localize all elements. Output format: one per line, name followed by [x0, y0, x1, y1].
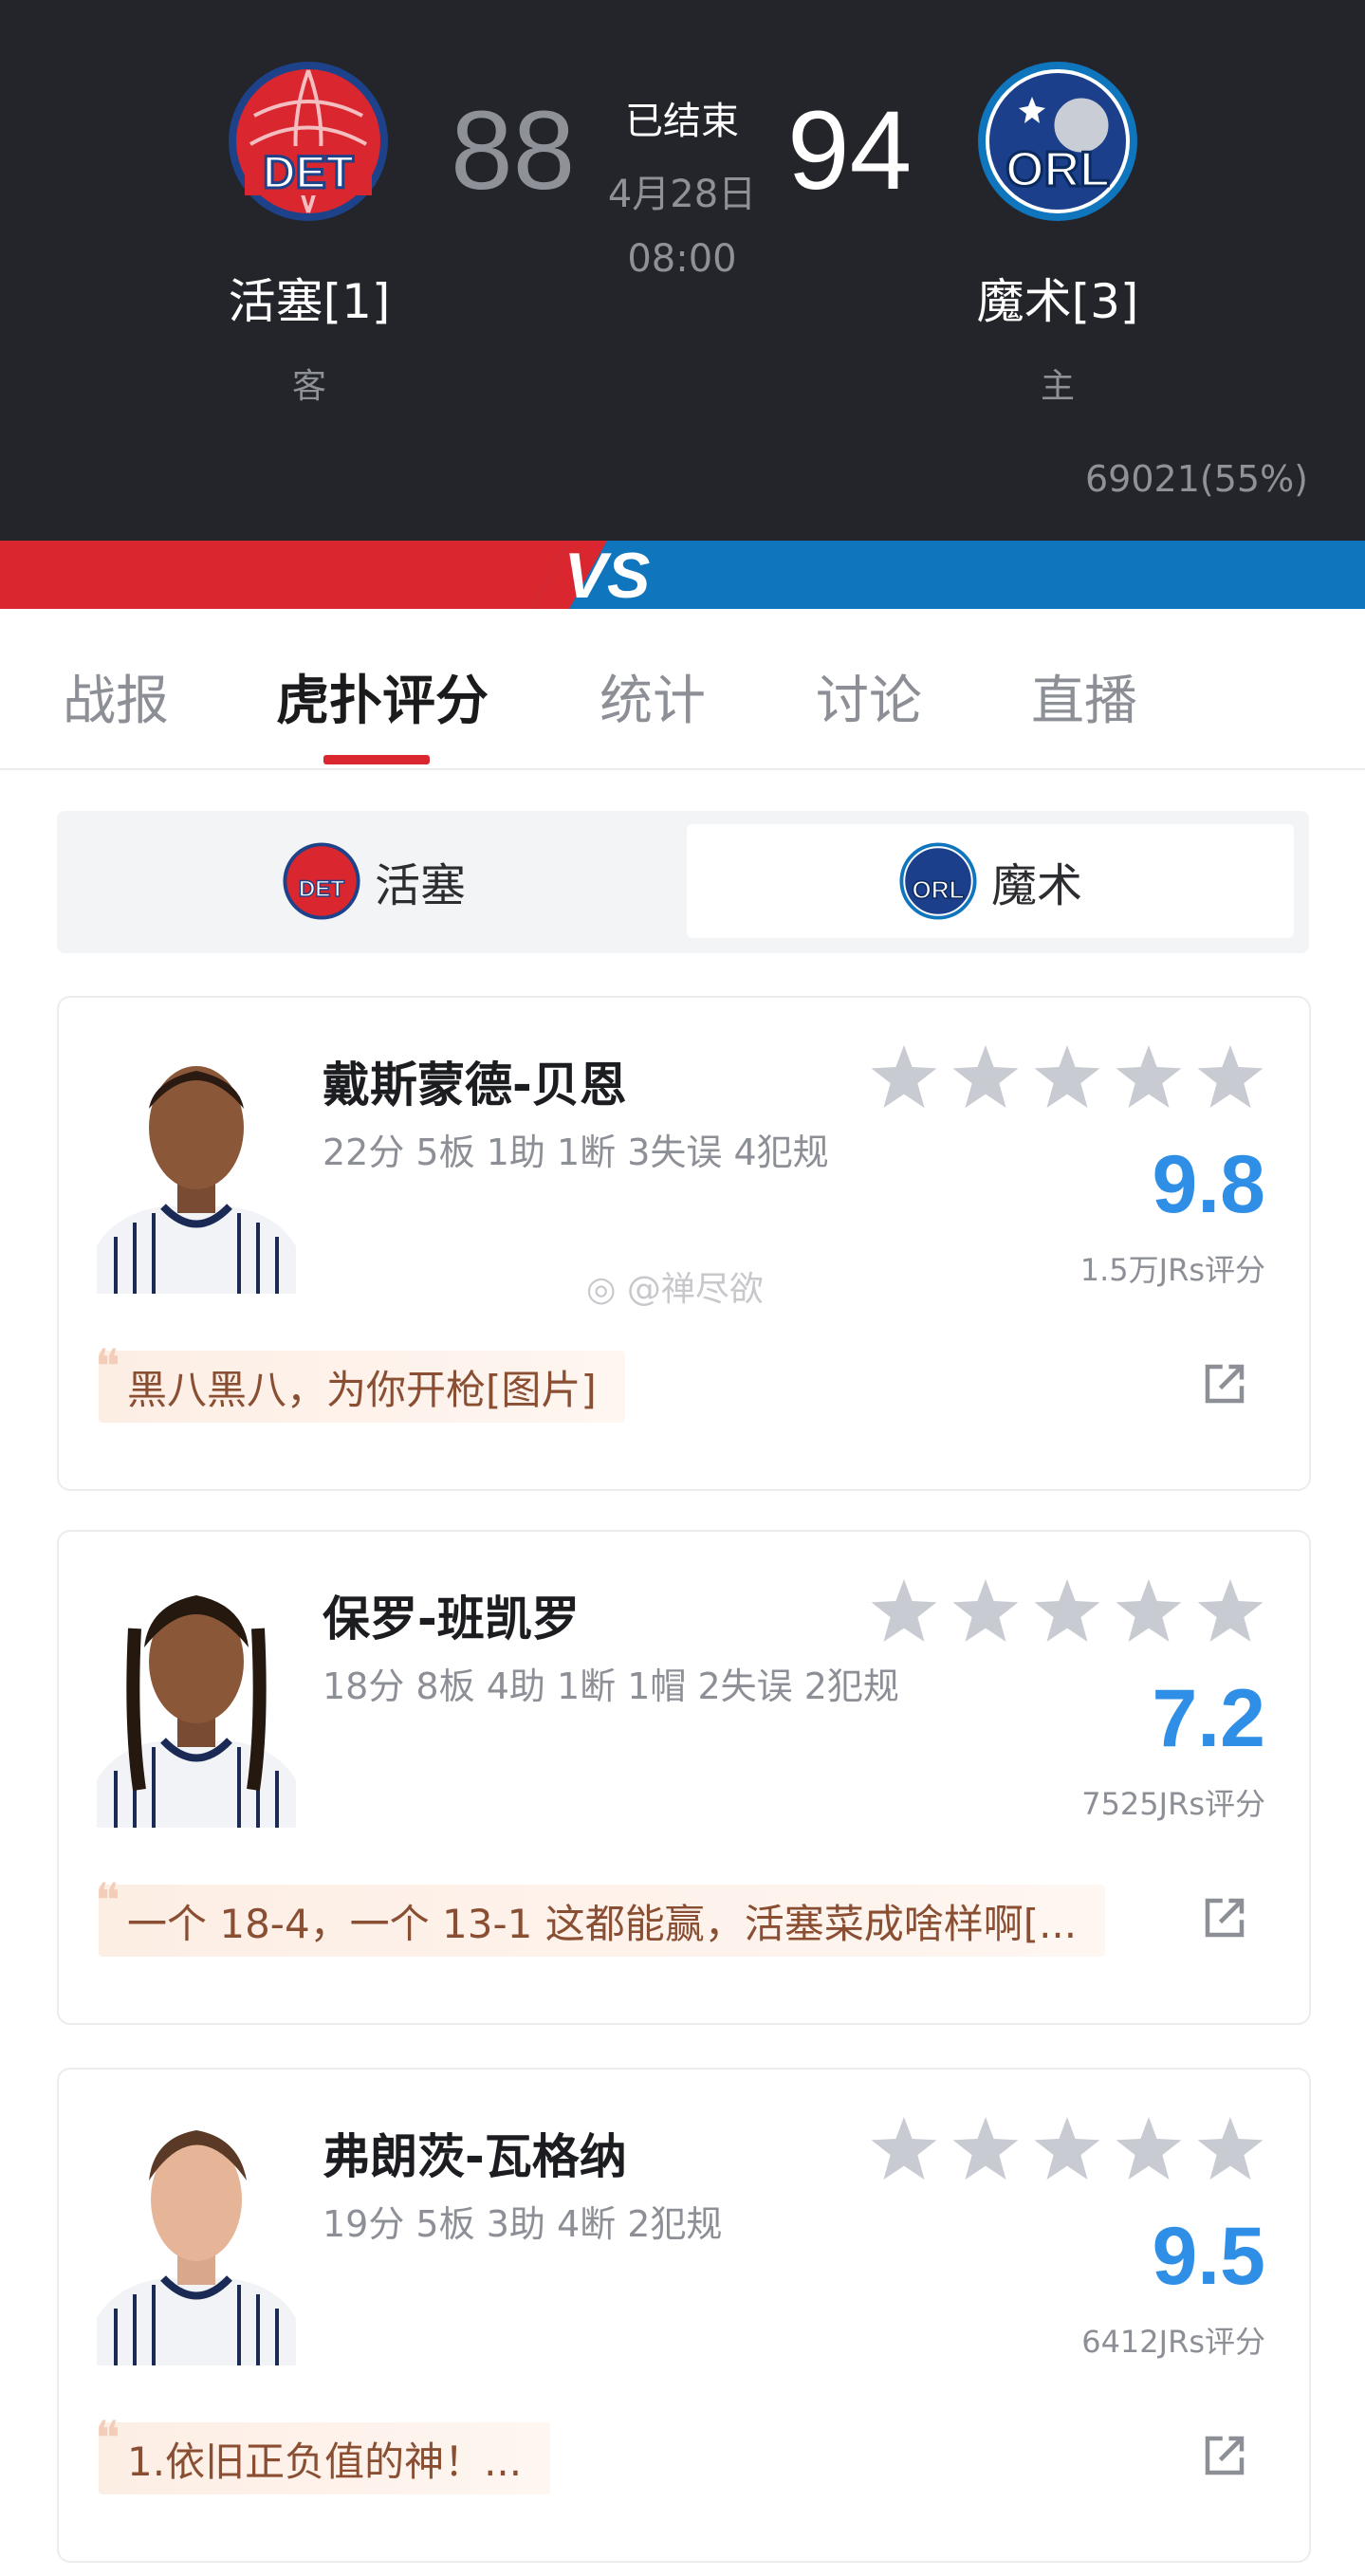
star-icon[interactable] — [1116, 2117, 1182, 2180]
away-team-role: 客 — [291, 367, 326, 406]
player-rating: 9.5 — [1152, 2211, 1265, 2302]
player-photo — [97, 1038, 296, 1294]
comment-text: 一个 18-4，一个 13-1 这都能赢，活塞菜成啥样啊[... — [127, 1900, 1078, 1947]
home-team-logo[interactable]: ORL — [975, 59, 1140, 224]
star-icon[interactable] — [1034, 2117, 1100, 2180]
rater-count: 6412JRs评分 — [1081, 2324, 1265, 2360]
star-icon[interactable] — [952, 2117, 1019, 2180]
away-team-name[interactable]: 活塞[1] — [167, 264, 452, 332]
player-photo — [97, 1572, 296, 1828]
away-team-mini-logo: DET — [283, 842, 360, 920]
player-name[interactable]: 弗朗茨-瓦格纳 — [323, 2119, 627, 2187]
player-stats: 22分 5板 1助 1断 3失误 4犯规 — [323, 1132, 829, 1173]
tab-live[interactable]: 直播 — [1031, 658, 1137, 735]
away-team-logo[interactable]: DET — [226, 59, 391, 224]
share-icon[interactable] — [1199, 1358, 1250, 1409]
quote-icon: ❝ — [95, 2411, 120, 2466]
game-time: 08:00 — [627, 237, 737, 281]
player-card[interactable]: 保罗-班凯罗 18分 8板 4助 1断 1帽 2失误 2犯规 7.2 7525J… — [57, 1530, 1311, 2025]
weibo-icon: ◎ — [586, 1270, 617, 1309]
player-card[interactable]: 戴斯蒙德-贝恩 22分 5板 1助 1断 3失误 4犯规 9.8 1.5万JRs… — [57, 996, 1311, 1491]
star-icon[interactable] — [952, 1045, 1019, 1108]
player-rating: 7.2 — [1152, 1673, 1265, 1764]
game-date: 4月28日 — [607, 173, 757, 216]
star-icon[interactable] — [1197, 2117, 1264, 2180]
away-logo-text: DET — [263, 148, 354, 198]
share-icon[interactable] — [1199, 2430, 1250, 2481]
star-icon[interactable] — [1197, 1579, 1264, 1642]
active-tab-indicator — [323, 755, 430, 764]
comment-text: 黑八黑八，为你开枪[图片] — [127, 1366, 597, 1413]
player-photo — [97, 2109, 296, 2365]
player-name[interactable]: 戴斯蒙德-贝恩 — [323, 1047, 627, 1115]
game-status: 已结束 — [625, 100, 739, 143]
home-team-role: 主 — [1040, 367, 1075, 406]
star-icon[interactable] — [871, 2117, 937, 2180]
rater-count: 7525JRs评分 — [1081, 1786, 1265, 1822]
top-comment[interactable]: ❝ 1.依旧正负值的神！... — [95, 2411, 551, 2494]
svg-text:ORL: ORL — [912, 875, 964, 904]
watermark-text: @禅尽欲 — [626, 1270, 764, 1309]
rating-stars[interactable] — [871, 1579, 1264, 1642]
scoreboard-header: DET 活塞[1] 客 88 已结束 4月28日 08:00 94 ORL 魔术… — [0, 0, 1365, 541]
star-icon[interactable] — [1034, 1045, 1100, 1108]
player-name[interactable]: 保罗-班凯罗 — [323, 1581, 580, 1649]
star-icon[interactable] — [1116, 1045, 1182, 1108]
attendance: 69021(55%) — [1085, 458, 1308, 500]
team-switcher: DET 活塞 ORL 魔术 — [57, 811, 1309, 953]
tab-stats[interactable]: 统计 — [599, 658, 706, 735]
top-comment[interactable]: ❝ 一个 18-4，一个 13-1 这都能赢，活塞菜成啥样啊[... — [95, 1873, 1106, 1957]
star-icon[interactable] — [1116, 1579, 1182, 1642]
rating-stars[interactable] — [871, 2117, 1264, 2180]
star-icon[interactable] — [1197, 1045, 1264, 1108]
share-icon[interactable] — [1199, 1892, 1250, 1943]
home-logo-text: ORL — [1005, 142, 1110, 197]
switch-home-label: 魔术 — [990, 859, 1082, 912]
quote-icon: ❝ — [95, 1873, 120, 1928]
star-icon[interactable] — [871, 1579, 937, 1642]
quote-icon: ❝ — [95, 1339, 120, 1394]
star-icon[interactable] — [1034, 1579, 1100, 1642]
player-card[interactable]: 弗朗茨-瓦格纳 19分 5板 3助 4断 2犯规 9.5 6412JRs评分 ❝… — [57, 2068, 1311, 2563]
home-score: 94 — [787, 88, 913, 213]
star-icon[interactable] — [871, 1045, 937, 1108]
comment-text: 1.依旧正负值的神！... — [127, 2438, 523, 2485]
switch-away-team[interactable]: DET 活塞 — [70, 824, 677, 938]
home-team-mini-logo: ORL — [899, 842, 977, 920]
away-score: 88 — [451, 88, 576, 213]
switch-home-team[interactable]: ORL 魔术 — [687, 824, 1294, 938]
player-stats: 19分 5板 3助 4断 2犯规 — [323, 2203, 723, 2245]
rater-count: 1.5万JRs评分 — [1079, 1252, 1265, 1288]
tab-hupu-rating[interactable]: 虎扑评分 — [276, 658, 489, 735]
tab-report[interactable]: 战报 — [63, 658, 169, 735]
home-team-name[interactable]: 魔术[3] — [915, 264, 1200, 332]
vs-divider: VS — [0, 541, 1365, 609]
player-rating: 9.8 — [1152, 1139, 1265, 1230]
watermark: ◎ @禅尽欲 — [586, 1261, 764, 1311]
rating-stars[interactable] — [871, 1045, 1264, 1108]
tab-discussion[interactable]: 讨论 — [816, 658, 922, 735]
top-comment[interactable]: ❝ 黑八黑八，为你开枪[图片] — [95, 1339, 625, 1423]
tab-bar: 战报 虎扑评分 统计 讨论 直播 — [0, 609, 1365, 770]
player-stats: 18分 8板 4助 1断 1帽 2失误 2犯规 — [323, 1665, 899, 1707]
switch-away-label: 活塞 — [374, 859, 466, 912]
svg-text:DET: DET — [299, 876, 345, 902]
star-icon[interactable] — [952, 1579, 1019, 1642]
vs-label: VS — [564, 541, 651, 609]
